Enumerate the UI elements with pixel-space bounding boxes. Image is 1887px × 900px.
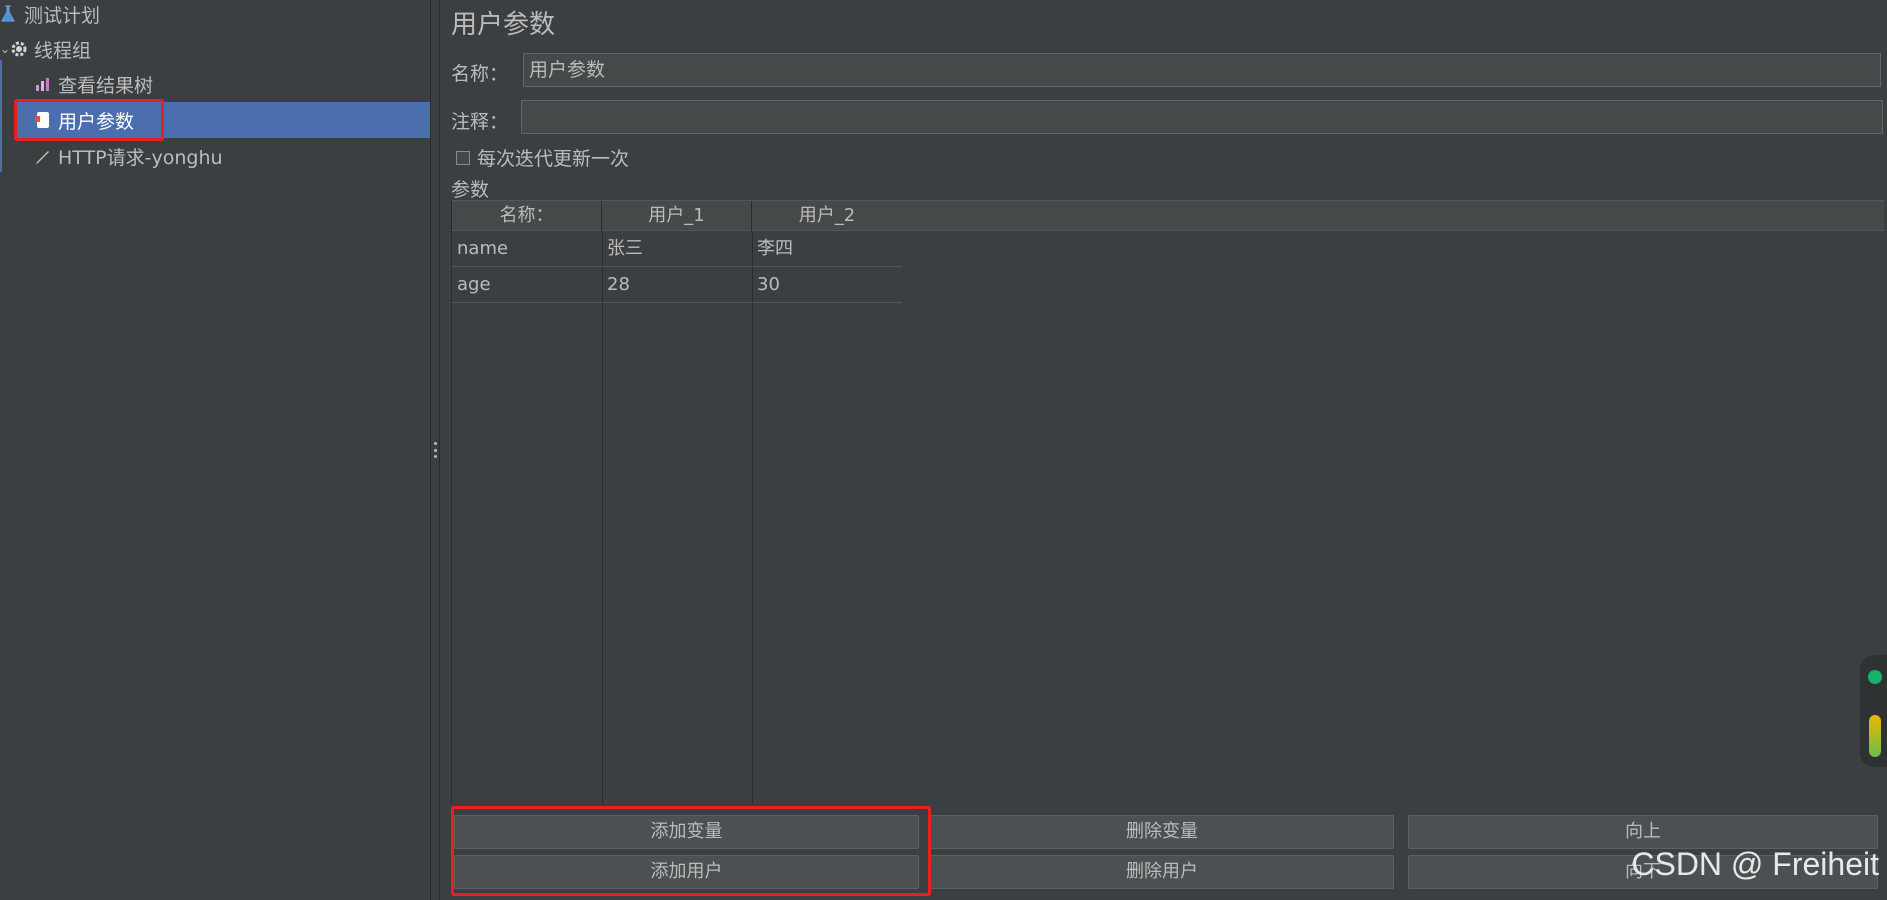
tree-guide-line xyxy=(0,60,2,172)
side-status-widget[interactable] xyxy=(1860,655,1887,767)
column-header-user-2[interactable]: 用户_2 xyxy=(752,201,902,231)
user-parameters-panel: 用户参数 名称： 用户参数 注释： 每次迭代更新一次 参数 名称： 用户_1 用… xyxy=(440,0,1887,900)
table-cell[interactable]: 李四 xyxy=(752,231,902,267)
parameters-table: 名称： 用户_1 用户_2 name 张三 李四 age 28 30 xyxy=(451,200,1884,805)
column-divider xyxy=(752,231,753,805)
highlight-box-buttons xyxy=(451,806,931,896)
comment-field[interactable] xyxy=(521,100,1883,134)
tree-item-http-request[interactable]: HTTP请求-yonghu xyxy=(34,138,430,174)
splitter-grip[interactable] xyxy=(433,442,437,458)
chart-icon xyxy=(34,75,52,93)
tree-item-label: 查看结果树 xyxy=(58,74,154,97)
table-cell[interactable]: name xyxy=(452,231,602,267)
checkbox-label: 每次迭代更新一次 xyxy=(477,148,630,170)
column-divider xyxy=(602,231,603,805)
table-header: 名称： 用户_1 用户_2 xyxy=(452,200,1884,231)
gear-icon xyxy=(10,40,28,58)
name-label: 名称： xyxy=(451,63,509,85)
panel-splitter[interactable] xyxy=(430,0,440,900)
watermark: CSDN @ Freiheit xyxy=(1631,846,1879,882)
update-once-per-iteration-checkbox[interactable] xyxy=(456,150,470,165)
move-up-button[interactable]: 向上 xyxy=(1408,815,1878,849)
tree-item-test-plan[interactable]: 测试计划 xyxy=(0,0,430,32)
table-cell[interactable]: age xyxy=(452,267,602,303)
flask-icon xyxy=(0,5,18,23)
level-bar-icon xyxy=(1869,715,1881,757)
status-dot-icon xyxy=(1868,670,1882,684)
table-row[interactable]: age 28 30 xyxy=(452,267,902,303)
tree-item-label: 线程组 xyxy=(34,39,92,62)
tree-item-view-results-tree[interactable]: 查看结果树 xyxy=(34,66,430,102)
highlight-box-tree-selection xyxy=(14,99,164,141)
table-cell[interactable]: 28 xyxy=(602,267,752,303)
update-once-per-iteration-option[interactable]: 每次迭代更新一次 xyxy=(456,144,629,171)
delete-variable-button[interactable]: 删除变量 xyxy=(930,815,1394,849)
tree-item-thread-group[interactable]: ⌄ 线程组 xyxy=(0,31,430,67)
table-cell[interactable]: 30 xyxy=(752,267,902,303)
test-plan-tree: 测试计划 ⌄ 线程组 查看结果树 用户参数 HTTP请求-yonghu xyxy=(0,0,430,900)
page-title: 用户参数 xyxy=(451,10,556,40)
column-header-user-1[interactable]: 用户_1 xyxy=(602,201,752,231)
table-row[interactable]: name 张三 李四 xyxy=(452,231,902,267)
pen-icon xyxy=(34,147,52,165)
tree-item-label: HTTP请求-yonghu xyxy=(58,146,223,169)
delete-user-button[interactable]: 删除用户 xyxy=(930,855,1394,889)
name-field[interactable]: 用户参数 xyxy=(523,53,1881,87)
table-cell[interactable]: 张三 xyxy=(602,231,752,267)
chevron-down-icon[interactable]: ⌄ xyxy=(0,42,10,56)
parameters-label: 参数 xyxy=(451,179,490,201)
column-header-name[interactable]: 名称： xyxy=(452,201,602,231)
tree-item-label: 测试计划 xyxy=(24,4,101,27)
comment-label: 注释： xyxy=(451,111,509,133)
